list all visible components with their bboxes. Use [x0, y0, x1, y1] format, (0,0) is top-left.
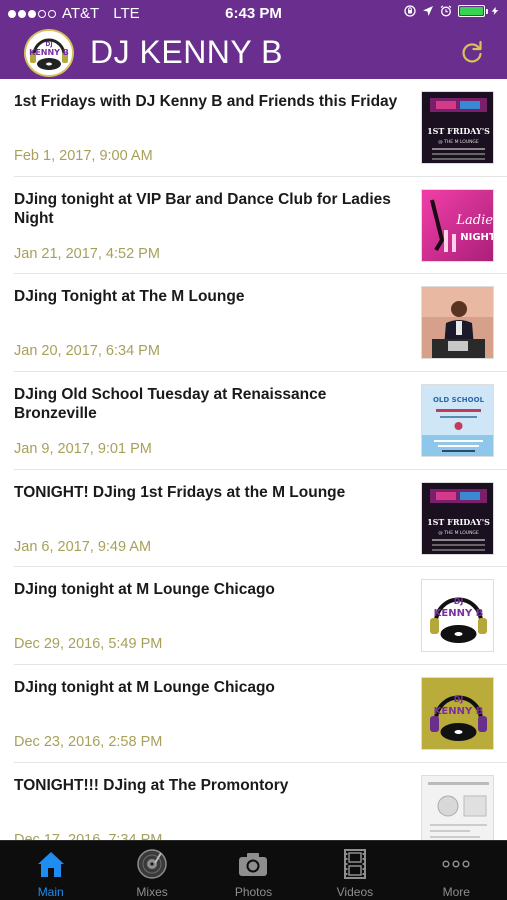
tab-main-label: Main — [37, 885, 64, 899]
status-bar: AT&T LTE 6:43 PM — [0, 0, 507, 27]
feed-item-date: Jan 20, 2017, 6:34 PM — [14, 343, 160, 360]
tab-main[interactable]: Main — [0, 841, 101, 900]
battery-icon — [458, 5, 488, 17]
thumb-flyer-title: 1ST FRIDAY'S — [427, 126, 490, 136]
feed-item-date: Jan 6, 2017, 9:49 AM — [14, 538, 152, 555]
camera-icon — [239, 853, 268, 876]
tab-mixes-label: Mixes — [136, 885, 168, 899]
more-dots-icon — [442, 860, 470, 868]
feed-item-date: Feb 1, 2017, 9:00 AM — [14, 148, 153, 164]
feed-item-thumbnail[interactable]: Ladies NIGHT — [421, 188, 494, 262]
feed-item-title: DJing tonight at VIP Bar and Dance Club … — [14, 190, 391, 227]
logo-kenny-text: KENNY B — [29, 48, 69, 57]
feed-item[interactable]: 1st Fridays with DJ Kenny B and Friends … — [0, 79, 507, 177]
feed-item-thumbnail[interactable]: DJ KENNY B — [421, 579, 494, 653]
thumb-old-school-text: OLD SCHOOL — [433, 396, 485, 404]
tab-mixes[interactable]: Mixes — [101, 841, 202, 900]
thumb-logo-kenny: KENNY B — [434, 608, 484, 619]
feed-item-title: TONIGHT!!! DJing at The Promontory — [14, 776, 289, 794]
feed-item-thumbnail[interactable]: DJ KENNY B — [421, 677, 494, 751]
feed-item-date: Jan 9, 2017, 9:01 PM — [14, 441, 152, 458]
thumb-logo-kenny: KENNY B — [434, 706, 484, 717]
feed-item-thumbnail[interactable] — [421, 774, 494, 840]
thumb-ladies-text: Ladies — [455, 213, 494, 228]
feed-item-title: 1st Fridays with DJ Kenny B and Friends … — [14, 93, 398, 110]
thumb-flyer-venue: @ THE M LOUNGE — [438, 530, 479, 536]
rotation-lock-icon — [404, 5, 416, 17]
thumb-flyer-title: 1ST FRIDAY'S — [427, 517, 490, 527]
app-header: DJ KENNY B DJ KENNY B — [0, 27, 507, 79]
tab-photos-label: Photos — [234, 885, 273, 899]
thumb-logo-dj: DJ — [454, 695, 464, 704]
logo-dj-text: DJ — [45, 41, 52, 48]
tab-videos[interactable]: Videos — [304, 841, 405, 900]
feed-item[interactable]: DJing tonight at M Lounge Chicago Dec 29… — [0, 567, 507, 666]
thumb-night-text: NIGHT — [460, 232, 494, 243]
feed-item[interactable]: TONIGHT!!! DJing at The Promontory Dec 1… — [0, 763, 507, 840]
alarm-clock-icon — [440, 5, 452, 17]
feed-item-date: Dec 29, 2016, 5:49 PM — [14, 636, 163, 653]
charging-bolt-icon — [491, 7, 499, 15]
home-icon — [37, 852, 64, 877]
location-arrow-icon — [423, 6, 433, 16]
feed-item-title: DJing tonight at M Lounge Chicago — [14, 581, 275, 599]
feed-item-date: Dec 17, 2016, 7:34 PM — [14, 831, 163, 840]
tab-more[interactable]: More — [406, 841, 507, 900]
feed-item[interactable]: DJing tonight at VIP Bar and Dance Club … — [0, 177, 507, 275]
feed-item[interactable]: DJing tonight at M Lounge Chicago Dec 23… — [0, 665, 507, 763]
feed-item[interactable]: DJing Old School Tuesday at Renaissance … — [0, 372, 507, 470]
bottom-tab-bar: Main Mixes Photos Videos More — [0, 840, 507, 900]
feed-item-thumbnail[interactable]: 1ST FRIDAY'S @ THE M LOUNGE — [421, 91, 494, 164]
refresh-icon[interactable] — [459, 39, 485, 65]
feed-item-thumbnail[interactable] — [421, 286, 494, 360]
feed-item-title: TONIGHT! DJing 1st Fridays at the M Loun… — [14, 483, 346, 501]
feed-item-date: Jan 21, 2017, 4:52 PM — [14, 245, 160, 262]
film-strip-icon — [343, 849, 366, 879]
status-right — [404, 5, 499, 17]
feed-item-title: DJing tonight at M Lounge Chicago — [14, 679, 275, 697]
dj-kenny-b-logo: DJ KENNY B — [24, 29, 74, 77]
tab-photos[interactable]: Photos — [203, 841, 304, 900]
feed-item[interactable]: TONIGHT! DJing 1st Fridays at the M Loun… — [0, 470, 507, 568]
feed-item[interactable]: DJing Tonight at The M Lounge Jan 20, 20… — [0, 274, 507, 373]
feed-item-thumbnail[interactable]: OLD SCHOOL — [421, 384, 494, 458]
news-feed-list[interactable]: 1st Fridays with DJ Kenny B and Friends … — [0, 79, 507, 840]
tab-more-label: More — [442, 885, 470, 899]
feed-item-title: DJing Old School Tuesday at Renaissance … — [14, 386, 327, 423]
app-title: DJ KENNY B — [90, 34, 283, 70]
tab-videos-label: Videos — [336, 885, 374, 899]
thumb-logo-dj: DJ — [454, 597, 464, 606]
thumb-flyer-venue: @ THE M LOUNGE — [438, 139, 479, 145]
feed-item-title: DJing Tonight at The M Lounge — [14, 288, 245, 306]
feed-item-date: Dec 23, 2016, 2:58 PM — [14, 734, 163, 751]
vinyl-record-icon — [137, 849, 167, 879]
feed-item-thumbnail[interactable]: 1ST FRIDAY'S @ THE M LOUNGE — [421, 481, 494, 555]
